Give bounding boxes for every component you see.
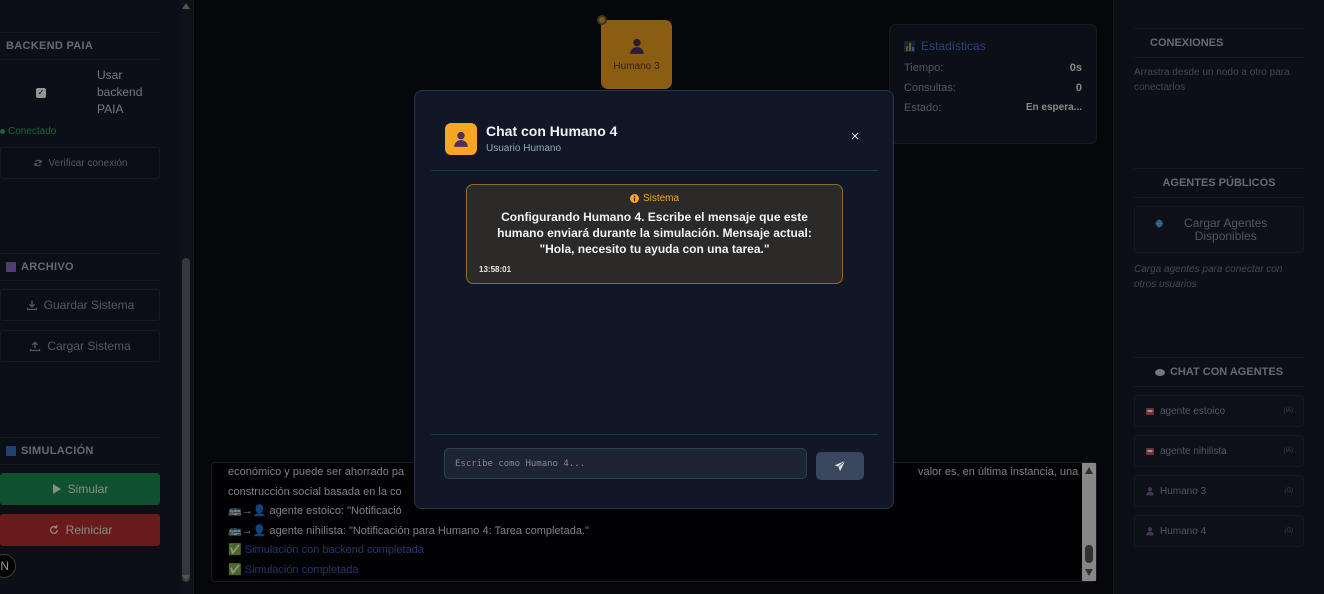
user-icon [454,131,468,147]
avatar [445,123,477,155]
modal-header: Chat con Humano 4 Usuario Humano × [431,91,878,171]
send-button[interactable] [816,452,864,480]
info-icon [629,194,639,203]
system-message: Sistema Configurando Humano 4. Escribe e… [466,184,843,284]
modal-subtitle: Usuario Humano [486,143,562,154]
system-message-sender-text: Sistema [642,193,680,204]
paper-plane-icon [834,460,846,472]
chat-modal: Chat con Humano 4 Usuario Humano × Siste… [414,90,894,509]
close-icon[interactable]: × [847,129,863,145]
system-message-text: Configurando Humano 4. Escribe el mensaj… [497,210,812,256]
system-message-sender: Sistema [479,193,830,204]
modal-title: Chat con Humano 4 [486,123,618,139]
chat-message-input[interactable] [444,448,807,479]
modal-footer-divider [431,434,878,435]
system-message-time: 13:58:01 [479,265,512,274]
